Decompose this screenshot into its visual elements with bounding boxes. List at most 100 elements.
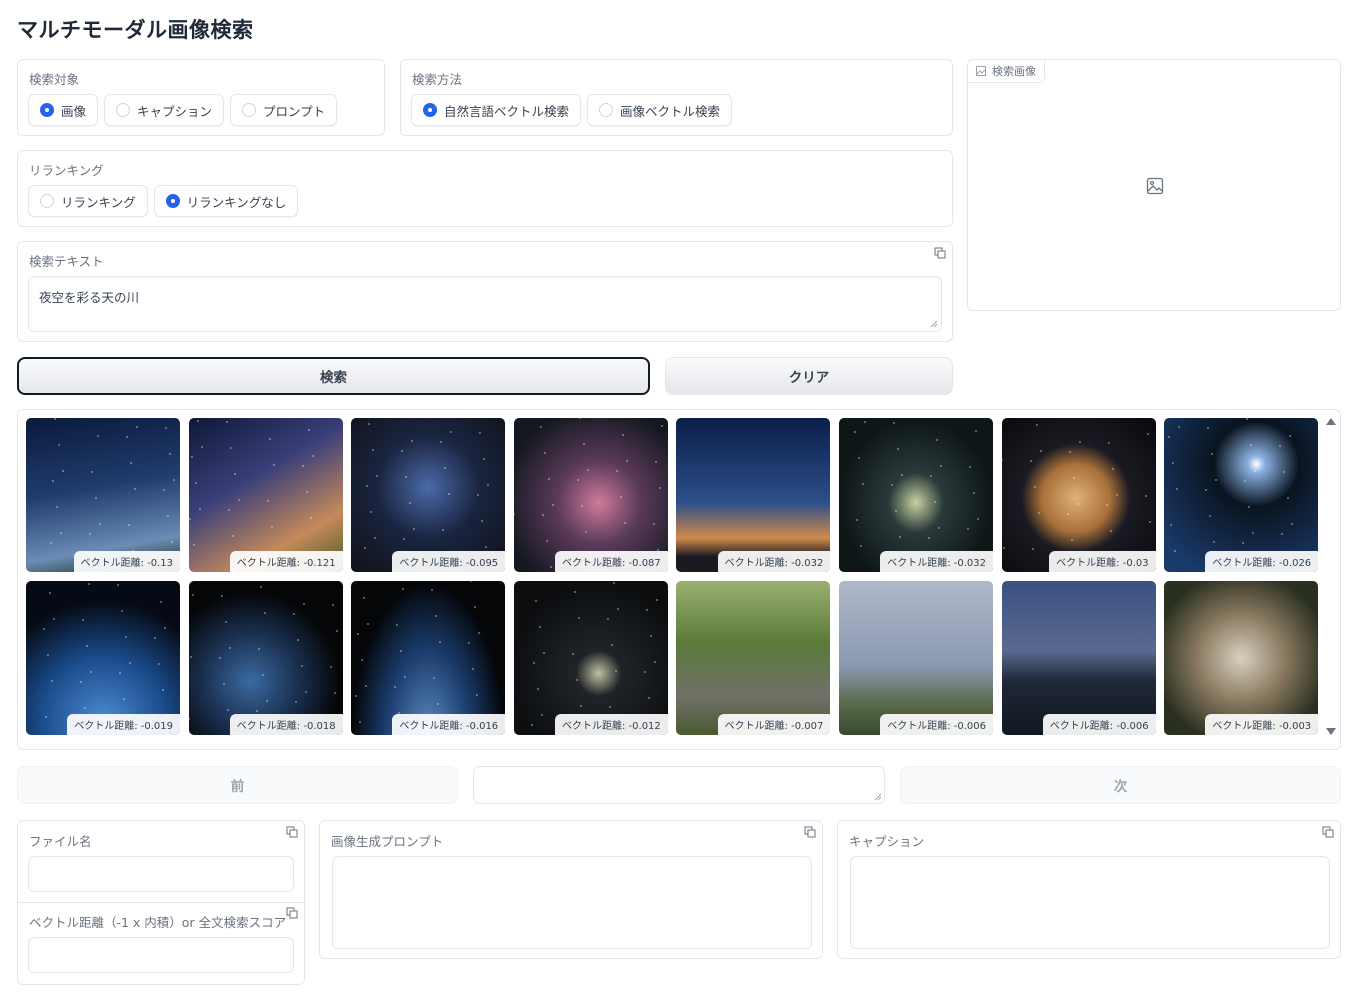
- gallery-thumbnail[interactable]: ベクトル距離: -0.003: [1164, 581, 1319, 735]
- search-method-label: 検索方法: [412, 72, 463, 87]
- next-button[interactable]: 次: [900, 766, 1341, 804]
- radio-icon[interactable]: [423, 103, 437, 117]
- orion-nebula-image: [513, 418, 668, 572]
- radio-icon[interactable]: [40, 103, 54, 117]
- page-title: マルチモーダル画像検索: [17, 18, 254, 42]
- scroll-down-icon[interactable]: [1326, 728, 1336, 735]
- search-target-option[interactable]: キャプション: [104, 94, 225, 126]
- gallery-thumbnail[interactable]: ベクトル距離: -0.006: [839, 581, 993, 735]
- prompt-field[interactable]: [332, 856, 812, 949]
- radio-icon[interactable]: [116, 103, 131, 117]
- search-method-option[interactable]: 画像ベクトル検索: [587, 94, 733, 126]
- gallery-thumbnail[interactable]: ベクトル距離: -0.087: [513, 418, 668, 572]
- search-target-option-label: 画像: [61, 103, 87, 119]
- thumbnail-caption: ベクトル距離: -0.016: [392, 714, 506, 735]
- thumbnail-caption: ベクトル距離: -0.026: [1205, 551, 1319, 572]
- pleiades-image: [351, 418, 506, 572]
- search-target-option-label: プロンプト: [263, 103, 326, 119]
- cat-image: [676, 581, 830, 735]
- earth-horizon-image: [351, 581, 506, 735]
- search-target-group: 検索対象 画像 キャプション プロンプト: [17, 59, 385, 136]
- gallery-thumbnail[interactable]: ベクトル距離: -0.018: [188, 581, 343, 735]
- thumbnail-caption: ベクトル距離: -0.03: [1049, 551, 1156, 572]
- resize-handle-icon[interactable]: [930, 320, 938, 328]
- search-target-label: 検索対象: [29, 72, 80, 87]
- earth-horizon-image: [1164, 418, 1319, 572]
- caption-field[interactable]: [850, 856, 1330, 949]
- caption-block: キャプション: [837, 820, 1341, 959]
- reranking-option[interactable]: リランキングなし: [153, 185, 299, 217]
- search-method-group: 検索方法 自然言語ベクトル検索 画像ベクトル検索: [400, 59, 953, 136]
- thumbnail-caption: ベクトル距離: -0.018: [229, 714, 343, 735]
- gallery-thumbnail[interactable]: ベクトル距離: -0.095: [351, 418, 506, 572]
- image-placeholder-icon: [1146, 177, 1164, 195]
- copy-icon[interactable]: [286, 907, 298, 919]
- search-target-option[interactable]: 画像: [28, 94, 99, 126]
- search-text-input[interactable]: 夜空を彩る天の川: [28, 276, 942, 332]
- reranking-option[interactable]: リランキング: [28, 185, 148, 217]
- galaxy-field-image: [513, 581, 668, 735]
- copy-icon[interactable]: [286, 826, 298, 838]
- copy-icon[interactable]: [804, 826, 816, 838]
- search-button[interactable]: 検索: [17, 357, 650, 395]
- prompt-block: 画像生成プロンプト: [319, 820, 823, 959]
- jupiter-image: [1001, 418, 1156, 572]
- details-left-block: ファイル名 ベクトル距離（-1 x 内積）or 全文検索スコア: [17, 820, 305, 985]
- page-input[interactable]: [473, 766, 885, 804]
- thumbnail-caption: ベクトル距離: -0.032: [717, 551, 831, 572]
- search-image-label: 検索画像: [992, 65, 1036, 78]
- prompt-label: 画像生成プロンプト: [331, 834, 444, 849]
- resize-handle-icon[interactable]: [874, 793, 882, 801]
- results-gallery: ベクトル距離: -0.13 ベクトル距離: -0.121 ベクトル距離: -0.09…: [17, 409, 1341, 750]
- night-river-image: [1002, 581, 1156, 735]
- filename-field[interactable]: [28, 856, 294, 892]
- search-image-dropzone[interactable]: 検索画像: [967, 59, 1341, 311]
- caption-label: キャプション: [849, 834, 925, 849]
- search-target-option-label: キャプション: [137, 103, 213, 119]
- thumbnail-caption: ベクトル距離: -0.006: [880, 714, 993, 735]
- search-text-label: 検索テキスト: [29, 254, 104, 269]
- thumbnail-caption: ベクトル距離: -0.121: [229, 551, 343, 572]
- cat-image: [1164, 581, 1318, 735]
- search-method-option-label: 自然言語ベクトル検索: [444, 103, 570, 119]
- image-icon: [976, 66, 986, 76]
- thumbnail-caption: ベクトル距離: -0.007: [717, 714, 831, 735]
- search-target-option[interactable]: プロンプト: [230, 94, 338, 126]
- gallery-thumbnail[interactable]: ベクトル距離: -0.007: [676, 581, 831, 735]
- reranking-label: リランキング: [29, 163, 104, 178]
- search-method-option[interactable]: 自然言語ベクトル検索: [411, 94, 582, 126]
- gallery-thumbnail[interactable]: ベクトル距離: -0.03: [1001, 418, 1156, 572]
- thumbnail-caption: ベクトル距離: -0.095: [392, 551, 506, 572]
- milky-way-image: [26, 418, 180, 572]
- clear-button[interactable]: クリア: [665, 357, 953, 395]
- radio-icon[interactable]: [165, 194, 180, 208]
- prev-button[interactable]: 前: [17, 766, 458, 804]
- thumbnail-caption: ベクトル距離: -0.003: [1205, 714, 1319, 735]
- edge-on-galaxy-image: [839, 418, 993, 572]
- gallery-thumbnail[interactable]: ベクトル距離: -0.006: [1001, 581, 1156, 735]
- search-target-options: 画像 キャプション プロンプト: [28, 94, 338, 126]
- gallery-thumbnail[interactable]: ベクトル距離: -0.026: [1164, 418, 1319, 572]
- gallery-thumbnail[interactable]: ベクトル距離: -0.032: [676, 418, 831, 572]
- gallery-thumbnail[interactable]: ベクトル距離: -0.032: [839, 418, 993, 572]
- gallery-thumbnail[interactable]: ベクトル距離: -0.012: [513, 581, 668, 735]
- radio-icon[interactable]: [599, 103, 614, 117]
- rainbow-image: [839, 581, 993, 735]
- thumbnail-caption: ベクトル距離: -0.019: [67, 714, 180, 735]
- gallery-thumbnail[interactable]: ベクトル距離: -0.016: [351, 581, 506, 735]
- reranking-option-label: リランキングなし: [186, 194, 287, 210]
- radio-icon[interactable]: [242, 103, 257, 117]
- thumbnail-caption: ベクトル距離: -0.012: [555, 714, 668, 735]
- gallery-thumbnail[interactable]: ベクトル距離: -0.019: [26, 581, 180, 735]
- copy-icon[interactable]: [1322, 826, 1334, 838]
- thumbnail-caption: ベクトル距離: -0.032: [880, 551, 993, 572]
- thumbnail-caption: ベクトル距離: -0.13: [73, 551, 180, 572]
- distance-field[interactable]: [28, 937, 294, 973]
- divider: [18, 902, 304, 903]
- gallery-thumbnail[interactable]: ベクトル距離: -0.13: [26, 418, 180, 572]
- gallery-thumbnail[interactable]: ベクトル距離: -0.121: [188, 418, 343, 572]
- copy-icon[interactable]: [934, 247, 946, 259]
- filename-label: ファイル名: [29, 834, 92, 849]
- radio-icon[interactable]: [40, 194, 54, 208]
- scroll-up-icon[interactable]: [1326, 418, 1336, 425]
